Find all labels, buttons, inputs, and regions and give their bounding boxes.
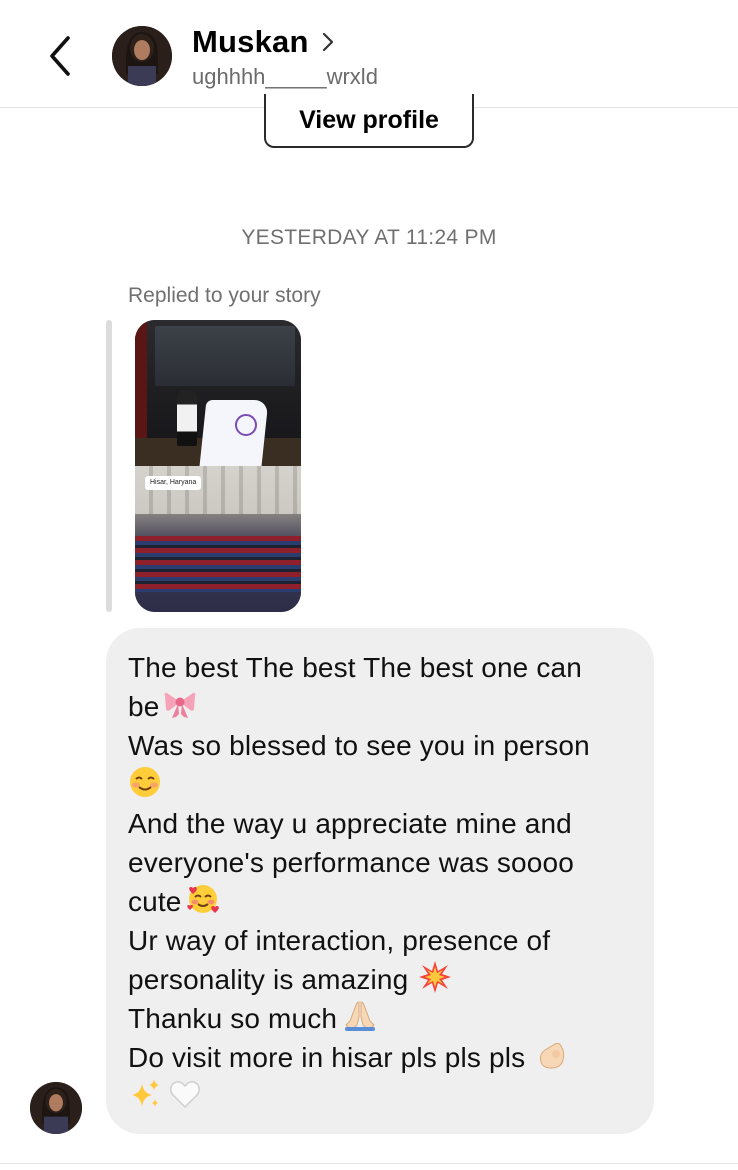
message-line: everyone's performance was soooo: [128, 847, 574, 878]
avatar-photo: [112, 26, 172, 86]
avatar[interactable]: [112, 26, 172, 86]
message-line: be: [128, 687, 632, 726]
message-line: personality is amazing: [128, 960, 632, 999]
message-line: Ur way of interaction, presence of: [128, 925, 551, 956]
auditorium-seats: [135, 536, 301, 592]
story-thumbnail[interactable]: Hisar, Haryana: [135, 320, 301, 612]
avatar-photo: [30, 1082, 82, 1134]
story-photo-stage: [135, 320, 301, 466]
contact-username: ughhhh_____wrxld: [192, 64, 378, 89]
message-line: Do visit more in hisar pls pls pls: [128, 1038, 632, 1077]
message-line: The best The best The best one can: [128, 652, 582, 683]
view-profile-button[interactable]: View profile: [264, 94, 474, 148]
podium-logo: [235, 414, 257, 436]
divider: [0, 1163, 738, 1164]
ribbon-emoji: [165, 692, 196, 718]
message-line: cute: [128, 882, 632, 921]
sender-avatar[interactable]: [30, 1082, 82, 1134]
message-line: Was so blessed to see you in person: [128, 730, 590, 761]
auditorium-ceiling: [135, 466, 301, 514]
sparkles-emoji: [132, 1079, 159, 1107]
pinching-hand-emoji: [540, 1042, 565, 1069]
collision-emoji: [419, 961, 452, 993]
reply-indicator-bar: [106, 320, 112, 612]
smiling-face-with-hearts-emoji: [186, 885, 219, 913]
chat-header: Muskan ughhhh_____wrxld: [0, 0, 738, 108]
message-line: Thanku so much: [128, 999, 632, 1038]
projection-screen: [155, 326, 295, 386]
message-line: And the way u appreciate mine and: [128, 808, 572, 839]
reply-context-label: Replied to your story: [128, 284, 321, 307]
story-photo-auditorium: Hisar, Haryana: [135, 466, 301, 612]
message-bubble[interactable]: The best The best The best one can be Wa…: [106, 628, 654, 1134]
podium: [199, 400, 269, 466]
smiling-face-emoji: [130, 767, 160, 797]
chevron-right-icon[interactable]: [319, 30, 337, 54]
contact-name[interactable]: Muskan: [192, 24, 309, 60]
speaker-figure: [177, 390, 197, 446]
message-line: [128, 1077, 632, 1116]
chevron-left-icon[interactable]: [44, 34, 78, 78]
folded-hands-emoji: [345, 1001, 376, 1031]
white-heart-emoji: [169, 1081, 201, 1109]
contact-name-row[interactable]: Muskan: [192, 24, 337, 60]
message-line: [128, 765, 632, 804]
message-timestamp: YESTERDAY AT 11:24 PM: [241, 226, 497, 249]
location-sticker: Hisar, Haryana: [145, 476, 202, 490]
